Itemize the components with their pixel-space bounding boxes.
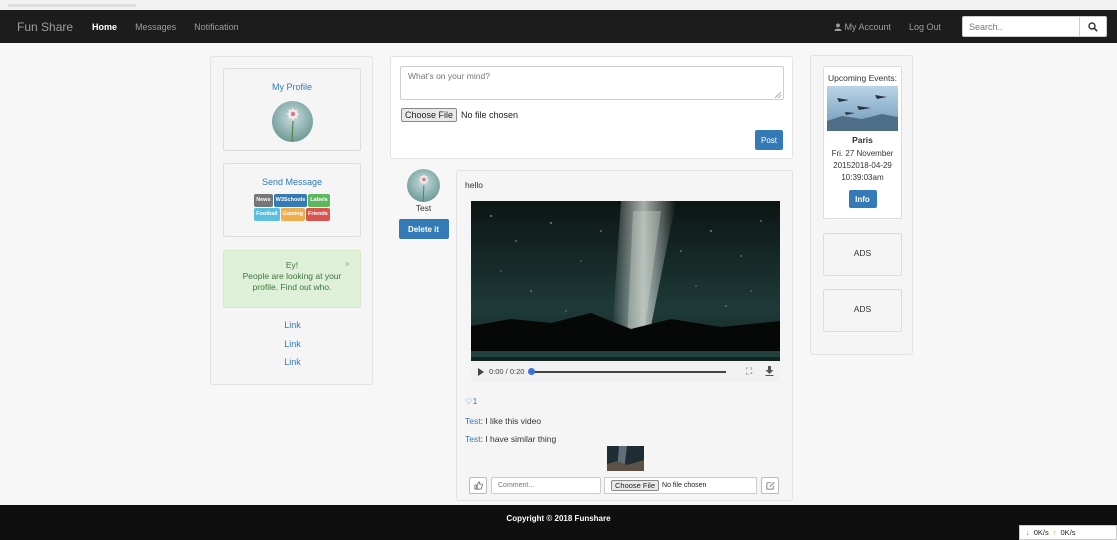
upcoming-events-card: Upcoming Events: Paris Fri. 27 November …	[823, 66, 902, 219]
ad-box-2[interactable]: ADS	[823, 289, 902, 332]
profile-title-link[interactable]: My Profile	[224, 82, 360, 92]
like-number: 1	[472, 396, 478, 406]
video-seekbar[interactable]	[528, 367, 727, 375]
post-author-block: Test Delete it	[397, 169, 450, 239]
link-list: Link Link Link	[211, 320, 374, 376]
ad-label: ADS	[853, 248, 872, 258]
comment-file-status: No file chosen	[662, 482, 707, 489]
nav-home[interactable]: Home	[83, 22, 126, 32]
like-button[interactable]	[469, 477, 487, 494]
user-icon	[834, 22, 843, 31]
comment-text: I like this video	[485, 416, 542, 426]
submit-comment-button[interactable]	[761, 477, 779, 494]
browser-top-strip	[0, 0, 1117, 10]
download-arrow-icon: ↓	[1026, 528, 1030, 537]
event-date: Fri. 27 November 20152018-04-29 10:39:03…	[831, 149, 894, 182]
nav-messages[interactable]: Messages	[126, 22, 185, 32]
comment-2: Test: I have similar thing	[465, 434, 557, 444]
comment-file-picker: Choose File No file chosen	[604, 477, 757, 494]
right-sidebar: Upcoming Events: Paris Fri. 27 November …	[810, 55, 913, 355]
video-frame	[471, 201, 780, 382]
comment-1: Test: I like this video	[465, 416, 542, 426]
brand-link[interactable]: Fun Share	[17, 20, 73, 34]
composer-file-picker: Choose File No file chosen	[401, 108, 518, 122]
search-form	[962, 16, 1107, 37]
logout-link[interactable]: Log Out	[900, 22, 950, 32]
video-player[interactable]	[471, 201, 780, 382]
edit-icon	[766, 481, 775, 490]
file-status: No file chosen	[461, 110, 519, 120]
video-time: 0:00 / 0:20	[489, 367, 525, 376]
alert-close-button[interactable]: ×	[345, 259, 350, 270]
ad-label: ADS	[853, 304, 872, 314]
search-icon	[1088, 21, 1098, 32]
sidebar-link-1[interactable]: Link	[211, 320, 374, 339]
author-avatar	[407, 169, 440, 202]
alert-title: Ey!	[285, 260, 299, 270]
status-textarea[interactable]	[400, 66, 784, 100]
label-gaming[interactable]: Gaming	[280, 208, 305, 221]
events-title: Upcoming Events:	[828, 73, 897, 83]
nav-notification[interactable]: Notification	[185, 22, 248, 32]
seek-knob[interactable]	[528, 367, 536, 375]
choose-file-button[interactable]: Choose File	[401, 108, 458, 122]
copyright-text: Copyright © 2018 Funshare	[506, 514, 611, 523]
profile-avatar	[271, 101, 313, 142]
search-button[interactable]	[1079, 16, 1107, 37]
download-icon[interactable]	[765, 366, 774, 376]
video-controls: 0:00 / 0:20 ⛶	[471, 361, 780, 382]
resize-handle-icon	[775, 92, 781, 98]
delete-post-button[interactable]: Delete it	[398, 219, 449, 239]
comment-text: I have similar thing	[485, 434, 557, 444]
event-place: Paris	[852, 135, 873, 145]
search-input[interactable]	[962, 16, 1079, 37]
upload-arrow-icon: ↑	[1052, 528, 1057, 537]
left-sidebar: My Profile Send Message News W3Schools Lab…	[210, 56, 373, 385]
network-speed-widget: ↓ 0K/s ↑ 0K/s	[1019, 525, 1117, 540]
comment-author[interactable]: Test	[465, 416, 481, 426]
send-message-card: Send Message News W3Schools Labels Footbal…	[223, 163, 361, 237]
event-image	[827, 86, 898, 131]
comment-image-thumbnail[interactable]	[607, 446, 644, 471]
label-news[interactable]: News	[254, 194, 273, 207]
profile-card: My Profile	[223, 68, 361, 151]
like-count[interactable]: ♡1	[465, 396, 477, 407]
play-icon[interactable]	[478, 367, 484, 376]
label-w3schools[interactable]: W3Schools	[273, 194, 308, 207]
upload-speed: 0K/s	[1060, 528, 1076, 537]
post-composer: Choose File No file chosen Post	[390, 56, 793, 159]
ad-box-1[interactable]: ADS	[823, 233, 902, 276]
thumbs-up-icon	[474, 481, 483, 490]
footer: Copyright © 2018 Funshare	[0, 505, 1117, 540]
label-labels[interactable]: Labels	[308, 194, 330, 207]
comment-author[interactable]: Test	[465, 434, 481, 444]
post-text: hello	[465, 180, 483, 190]
comment-form: Choose File No file chosen	[469, 477, 779, 494]
comment-choose-file-button[interactable]: Choose File	[611, 480, 660, 491]
fullscreen-icon[interactable]: ⛶	[746, 366, 752, 377]
tab-indicator	[8, 4, 136, 7]
heart-icon: ♡	[465, 396, 473, 406]
download-speed: 0K/s	[1033, 528, 1049, 537]
event-info-button[interactable]: Info	[848, 190, 877, 208]
send-message-link[interactable]: Send Message	[224, 177, 360, 187]
label-group: News W3Schools Labels Football Gaming Friend…	[224, 193, 360, 221]
post-button[interactable]: Post	[755, 130, 783, 150]
sidebar-link-2[interactable]: Link	[211, 339, 374, 358]
my-account-label: My Account	[844, 21, 891, 32]
my-account-link[interactable]: My Account	[825, 22, 900, 32]
author-name: Test	[415, 203, 432, 213]
navbar: Fun Share Home Messages Notification My …	[0, 10, 1117, 43]
post-card: hello 0:00 / 0:20 ⛶ ♡1 Test: I like this…	[456, 170, 793, 501]
label-football[interactable]: Football	[254, 208, 280, 221]
sidebar-link-3[interactable]: Link	[211, 357, 374, 376]
profile-alert: × Ey! People are looking at your profile…	[223, 250, 361, 308]
nav-right: My Account Log Out	[825, 10, 1117, 43]
alert-text: People are looking at your profile. Find…	[242, 271, 342, 292]
label-friends[interactable]: Friends	[306, 208, 330, 221]
comment-input[interactable]	[491, 477, 601, 494]
